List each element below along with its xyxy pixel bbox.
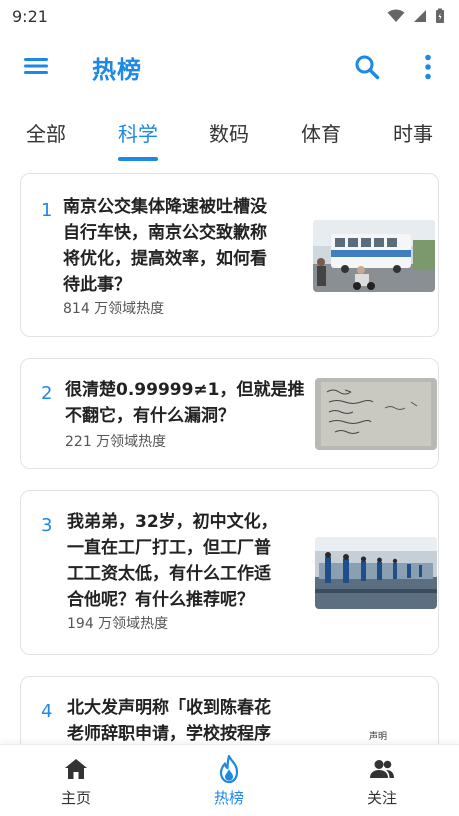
heat-value: 194 万领域热度 xyxy=(67,616,169,632)
nav-hot-list-label: 热榜 xyxy=(213,789,244,807)
card-title: 北大发声明称「收到陈春花 老师辞职申请，学校按程序 xyxy=(67,698,271,744)
home-icon xyxy=(65,759,87,779)
card-title: 很清楚0.99999≠1，但就是推 不翻它，有什么漏洞？ xyxy=(65,380,305,426)
nav-hot-list[interactable]: 热榜 xyxy=(184,755,274,808)
status-bar: 9:21 xyxy=(0,0,459,32)
hamburger-menu-icon xyxy=(24,58,48,74)
battery-icon xyxy=(436,8,444,23)
nav-home[interactable]: 主页 xyxy=(31,755,121,808)
nav-home-label: 主页 xyxy=(60,789,91,807)
hot-list-card[interactable]: 4 北大发声明称「收到陈春花 老师辞职申请，学校按程序 声明 xyxy=(20,676,439,744)
people-icon xyxy=(370,760,394,778)
rank-number: 3 xyxy=(41,515,53,536)
rank-number: 1 xyxy=(41,200,53,221)
thumbnail-caption: 声明 xyxy=(369,732,388,742)
status-time: 9:21 xyxy=(12,6,48,26)
signal-icon xyxy=(414,10,426,22)
tab-sports[interactable]: 体育 xyxy=(301,118,341,147)
page-title: 热榜 xyxy=(92,56,142,84)
flame-icon xyxy=(219,755,239,783)
heat-value: 221 万领域热度 xyxy=(65,434,167,450)
wifi-icon xyxy=(387,9,405,22)
app-bar: 热榜 xyxy=(0,36,459,96)
tab-science[interactable]: 科学 xyxy=(118,118,158,147)
category-tabs: 全部 科学 数码 体育 时事 xyxy=(0,110,459,162)
nav-following-label: 关注 xyxy=(366,789,397,807)
more-vertical-icon xyxy=(425,54,431,80)
search-icon xyxy=(355,55,380,80)
more-options-button[interactable] xyxy=(414,50,442,84)
hot-list-card[interactable]: 1 南京公交集体降速被吐槽没 自行车快，南京公交致歉称 将优化，提高效率，如何看… xyxy=(20,173,439,337)
card-thumbnail xyxy=(315,378,437,450)
tab-all[interactable]: 全部 xyxy=(26,118,66,147)
rank-number: 4 xyxy=(41,701,53,722)
rank-number: 2 xyxy=(41,383,53,404)
card-title: 我弟弟，32岁，初中文化， 一直在工厂打工，但工厂普 工工资太低，有什么工作适 … xyxy=(67,512,278,610)
search-button[interactable] xyxy=(350,50,384,84)
hot-list-feed[interactable]: 1 南京公交集体降速被吐槽没 自行车快，南京公交致歉称 将优化，提高效率，如何看… xyxy=(0,172,459,744)
card-thumbnail xyxy=(315,537,437,609)
heat-value: 814 万领域热度 xyxy=(63,301,165,317)
card-thumbnail xyxy=(313,220,435,292)
nav-following[interactable]: 关注 xyxy=(337,755,427,808)
status-icons xyxy=(387,8,445,24)
active-tab-indicator xyxy=(118,157,158,161)
tab-digital[interactable]: 数码 xyxy=(209,118,249,147)
hot-list-card[interactable]: 3 我弟弟，32岁，初中文化， 一直在工厂打工，但工厂普 工工资太低，有什么工作… xyxy=(20,490,439,655)
hot-list-card[interactable]: 2 很清楚0.99999≠1，但就是推 不翻它，有什么漏洞？ 221 万领域热度 xyxy=(20,358,439,469)
menu-button[interactable] xyxy=(20,52,52,80)
bottom-navigation: 主页 热榜 关注 xyxy=(0,744,459,816)
card-title: 南京公交集体降速被吐槽没 自行车快，南京公交致歉称 将优化，提高效率，如何看 待… xyxy=(63,197,267,295)
tab-current-affairs[interactable]: 时事 xyxy=(393,118,433,147)
card-thumbnail: 声明 xyxy=(315,723,437,744)
